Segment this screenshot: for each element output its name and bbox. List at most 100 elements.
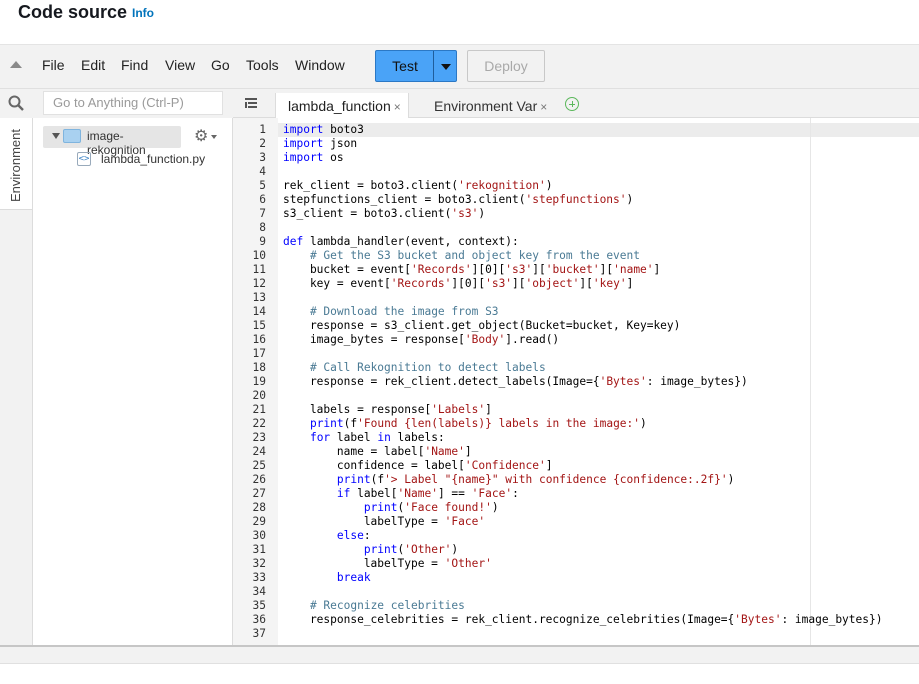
line-number: 1 xyxy=(259,123,266,136)
search-icon[interactable] xyxy=(8,95,24,111)
code-line[interactable]: 16 image_bytes = response['Body'].read() xyxy=(233,333,919,347)
line-number: 24 xyxy=(252,445,266,458)
line-number: 30 xyxy=(252,529,266,542)
code-line[interactable]: 11 bucket = event['Records'][0]['s3']['b… xyxy=(233,263,919,277)
code-line[interactable]: 2 import json xyxy=(233,137,919,151)
line-number: 27 xyxy=(252,487,266,500)
code-editor[interactable]: 1 import boto3 2 import json 3 import os 4 5 rek… xyxy=(233,118,919,645)
code-line[interactable]: 19 response = rek_client.detect_labels(I… xyxy=(233,375,919,389)
chevron-down-icon[interactable] xyxy=(441,64,451,70)
code-line[interactable]: 29 labelType = 'Face' xyxy=(233,515,919,529)
code-text: response_celebrities = rek_client.recogn… xyxy=(283,613,883,626)
line-number: 11 xyxy=(252,263,266,276)
code-text: confidence = label['Confidence'] xyxy=(283,459,553,472)
menu-view[interactable]: View xyxy=(165,57,195,73)
info-link[interactable]: Info xyxy=(132,6,154,20)
line-number: 31 xyxy=(252,543,266,556)
code-line[interactable]: 15 response = s3_client.get_object(Bucke… xyxy=(233,319,919,333)
code-line[interactable]: 5 rek_client = boto3.client('rekognition'… xyxy=(233,179,919,193)
folder-icon xyxy=(63,129,81,143)
code-line[interactable]: 25 confidence = label['Confidence'] xyxy=(233,459,919,473)
menu-find[interactable]: Find xyxy=(121,57,148,73)
code-line[interactable]: 7 s3_client = boto3.client('s3') xyxy=(233,207,919,221)
close-icon[interactable]: × xyxy=(394,100,401,114)
tab-environment[interactable]: Environment xyxy=(0,118,32,210)
code-line[interactable]: 10 # Get the S3 bucket and object key fr… xyxy=(233,249,919,263)
code-line[interactable]: 35 # Recognize celebrities xyxy=(233,599,919,613)
collapse-toggle-icon[interactable] xyxy=(10,61,22,68)
add-tab-icon[interactable] xyxy=(565,97,579,111)
gear-icon[interactable]: ⚙ xyxy=(194,129,208,145)
code-line[interactable]: 17 xyxy=(233,347,919,361)
section-header: Code source Info xyxy=(0,0,919,44)
code-text: key = event['Records'][0]['s3']['object'… xyxy=(283,277,634,290)
section-title: Code source xyxy=(18,2,128,22)
code-text: print('Other') xyxy=(363,543,459,556)
code-line[interactable]: 31 print('Other') xyxy=(233,543,919,557)
go-to-anything-input[interactable]: Go to Anything (Ctrl-P) xyxy=(43,91,223,115)
line-number: 28 xyxy=(252,501,266,514)
chevron-down-icon[interactable] xyxy=(211,135,217,139)
code-line[interactable]: 32 labelType = 'Other' xyxy=(233,557,919,571)
line-number: 29 xyxy=(252,515,266,528)
code-text: import os xyxy=(283,151,344,164)
line-number: 19 xyxy=(252,375,266,388)
code-line[interactable]: 27 if label['Name'] == 'Face': xyxy=(233,487,919,501)
code-line[interactable]: 9 def lambda_handler(event, context): xyxy=(233,235,919,249)
code-line[interactable]: 18 # Call Rekognition to detect labels xyxy=(233,361,919,375)
line-number: 12 xyxy=(252,277,266,290)
code-line[interactable]: 28 print('Face found!') xyxy=(233,501,919,515)
code-line[interactable]: 4 xyxy=(233,165,919,179)
code-line[interactable]: 36 response_celebrities = rek_client.rec… xyxy=(233,613,919,627)
line-number: 7 xyxy=(259,207,266,220)
close-icon[interactable]: × xyxy=(540,100,547,114)
code-line[interactable]: 20 xyxy=(233,389,919,403)
code-text: bucket = event['Records'][0]['s3']['buck… xyxy=(283,263,661,276)
code-text: if label['Name'] == 'Face': xyxy=(336,487,519,500)
code-line[interactable]: 24 name = label['Name'] xyxy=(233,445,919,459)
code-text: name = label['Name'] xyxy=(283,445,472,458)
code-line[interactable]: 26 print(f'> Label "{name}" with confide… xyxy=(233,473,919,487)
code-line[interactable]: 12 key = event['Records'][0]['s3']['obje… xyxy=(233,277,919,291)
code-line[interactable]: 8 xyxy=(233,221,919,235)
line-number: 33 xyxy=(252,571,266,584)
line-number: 18 xyxy=(252,361,266,374)
code-line[interactable]: 34 xyxy=(233,585,919,599)
code-text: def lambda_handler(event, context): xyxy=(283,235,519,248)
code-line[interactable]: 3 import os xyxy=(233,151,919,165)
environment-tab-label: Environment xyxy=(8,129,23,202)
test-button[interactable]: Test xyxy=(376,51,434,81)
menu-go[interactable]: Go xyxy=(211,57,230,73)
ide-toolbar: File Edit Find View Go Tools Window Test… xyxy=(0,44,919,88)
line-number: 13 xyxy=(252,291,266,304)
tab-lambda-function[interactable]: lambda_function × xyxy=(275,93,409,119)
bottom-panel xyxy=(0,663,919,684)
lambda-code-source-page: Code source Info File Edit Find View Go … xyxy=(0,0,919,684)
deploy-button[interactable]: Deploy xyxy=(467,50,545,82)
line-number: 15 xyxy=(252,319,266,332)
code-line[interactable]: 13 xyxy=(233,291,919,305)
line-number: 20 xyxy=(252,389,266,402)
tab-label: Environment Var xyxy=(434,98,538,114)
code-line[interactable]: 37 xyxy=(233,627,919,641)
code-line[interactable]: 33 break xyxy=(233,571,919,585)
code-line[interactable]: 22 print(f'Found {len(labels)} labels in… xyxy=(233,417,919,431)
code-line[interactable]: 6 stepfunctions_client = boto3.client('st… xyxy=(233,193,919,207)
expand-arrow-icon[interactable] xyxy=(52,133,60,139)
menu-window[interactable]: Window xyxy=(295,57,345,73)
code-line[interactable]: 23 for label in labels: xyxy=(233,431,919,445)
tree-folder-image-rekognition[interactable]: image-rekognition xyxy=(43,126,181,157)
tab-list-icon[interactable] xyxy=(245,98,257,109)
line-number: 3 xyxy=(259,151,266,164)
code-line[interactable]: 14 # Download the image from S3 xyxy=(233,305,919,319)
menu-edit[interactable]: Edit xyxy=(81,57,105,73)
code-line[interactable]: 1 import boto3 xyxy=(233,123,919,137)
line-number: 8 xyxy=(259,221,266,234)
tab-environment-variables[interactable]: Environment Var × xyxy=(422,93,556,119)
menu-tools[interactable]: Tools xyxy=(246,57,279,73)
code-line[interactable]: 30 else: xyxy=(233,529,919,543)
menu-file[interactable]: File xyxy=(42,57,65,73)
code-text: rek_client = boto3.client('rekognition') xyxy=(283,179,553,192)
code-line[interactable]: 21 labels = response['Labels'] xyxy=(233,403,919,417)
code-lines[interactable]: 1 import boto3 2 import json 3 import os 4 5 rek… xyxy=(233,123,919,641)
